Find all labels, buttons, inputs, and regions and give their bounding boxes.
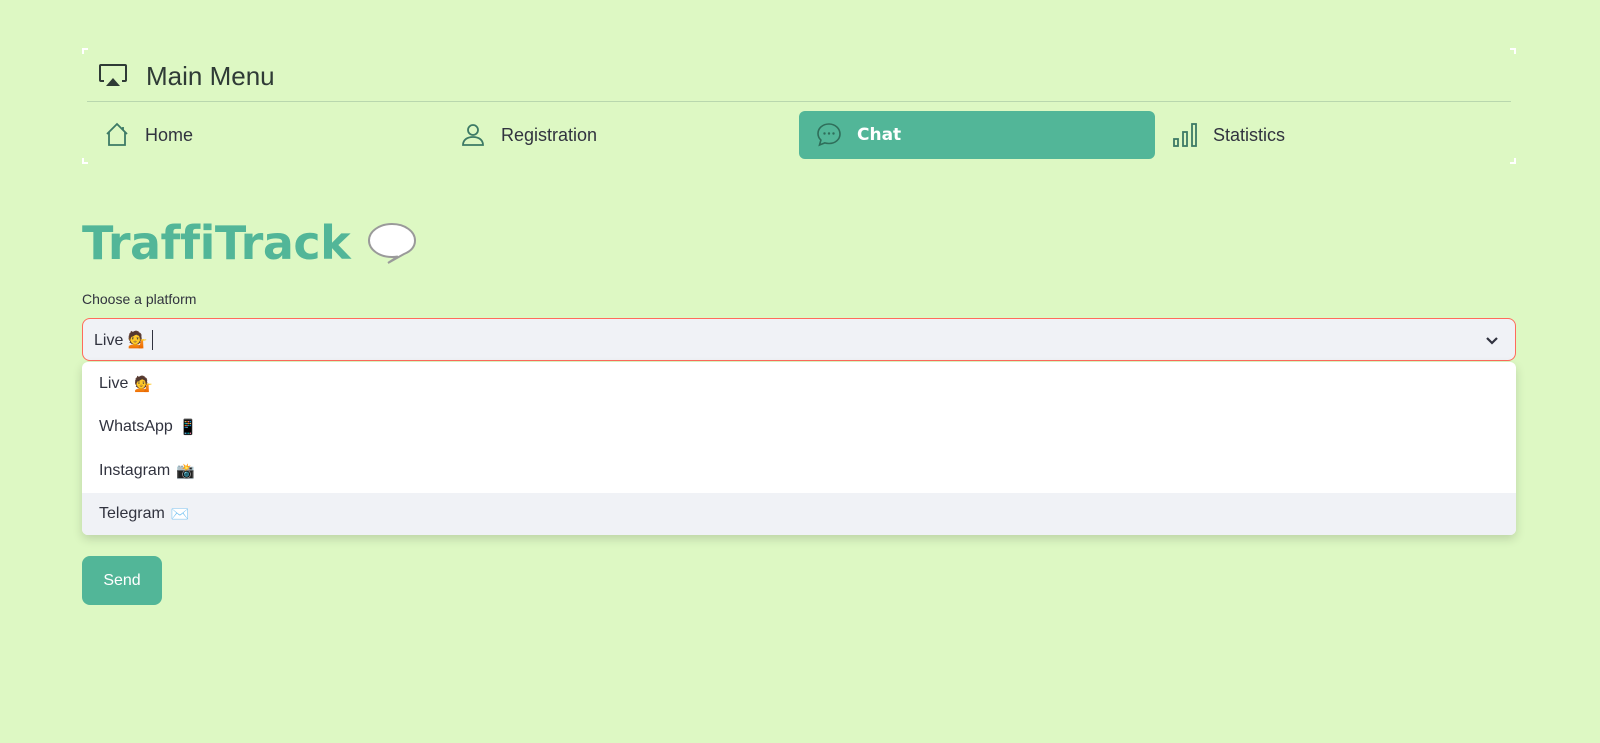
menu-divider [87, 101, 1511, 102]
platform-select[interactable]: Live 💁 [82, 318, 1516, 361]
chevron-down-icon[interactable] [1483, 331, 1501, 349]
nav-label: Home [145, 124, 194, 145]
option-telegram[interactable]: Telegram ✉️ [82, 492, 1516, 535]
nav-item-registration[interactable]: Registration [443, 111, 799, 159]
platform-dropdown-list: Live 💁 WhatsApp 📱 Instagram 📸 Telegram ✉… [82, 362, 1516, 535]
option-whatsapp[interactable]: WhatsApp 📱 [82, 406, 1516, 450]
main-menu: Main Menu Home Registration Chat Statist… [82, 48, 1516, 164]
option-emoji: 📸 [176, 461, 195, 480]
menu-corner [82, 48, 88, 54]
option-emoji: 💁 [134, 374, 154, 393]
nav-item-home[interactable]: Home [87, 111, 443, 159]
house-icon [106, 122, 128, 146]
menu-corner [1510, 48, 1516, 54]
speech-balloon-icon [368, 222, 417, 264]
option-label: Instagram [99, 461, 171, 479]
send-button[interactable]: Send [82, 556, 162, 605]
page-title: TraffiTrack [82, 210, 418, 276]
option-label: Telegram [99, 505, 165, 523]
nav-label: Registration [501, 124, 598, 145]
option-instagram[interactable]: Instagram 📸 [82, 449, 1516, 493]
option-label: Live [99, 374, 129, 392]
platform-select-value: Live 💁 [94, 331, 148, 349]
platform-label: Choose a platform [82, 291, 197, 307]
menu-title: Main Menu [146, 60, 275, 91]
airplay-icon [99, 64, 127, 86]
nav-label: Chat [857, 125, 902, 145]
nav-bar: Home Registration Chat Statistics [87, 111, 1511, 159]
option-label: WhatsApp [99, 418, 173, 436]
nav-item-chat[interactable]: Chat [799, 111, 1155, 159]
nav-item-statistics[interactable]: Statistics [1155, 111, 1511, 159]
option-emoji: 📱 [178, 418, 198, 437]
page-title-text: TraffiTrack [82, 216, 351, 270]
bar-chart-icon [1173, 123, 1197, 147]
option-live[interactable]: Live 💁 [82, 362, 1516, 406]
option-emoji: ✉️ [170, 505, 190, 524]
nav-label: Statistics [1213, 124, 1286, 145]
person-icon [462, 124, 484, 146]
menu-header: Main Menu [98, 56, 275, 96]
chat-dots-icon [817, 123, 841, 147]
text-cursor [151, 329, 153, 350]
